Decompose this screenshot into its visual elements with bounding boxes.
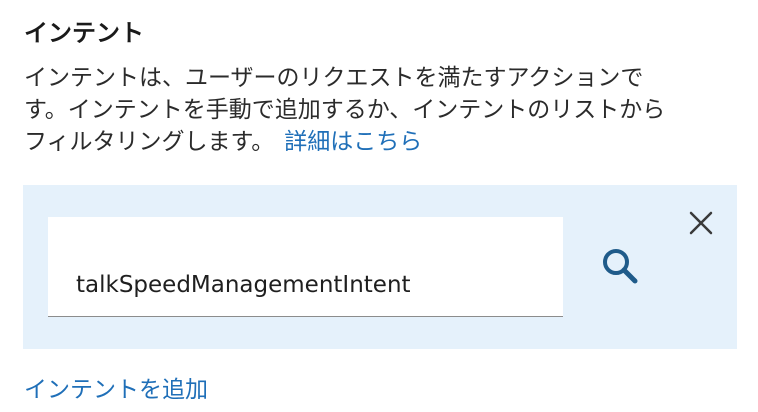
intent-search-input[interactable] <box>48 217 563 316</box>
description-line-3: フィルタリングします。 <box>24 129 275 155</box>
section-description: インテントは、ユーザーのリクエストを満たすアクションで す。インテントを手動で追加… <box>24 62 736 158</box>
intent-search-field <box>48 217 563 317</box>
search-icon <box>603 249 638 284</box>
add-intent-link[interactable]: インテントを追加 <box>24 373 208 407</box>
search-button[interactable] <box>599 245 643 289</box>
intent-search-panel <box>23 185 737 349</box>
description-line-1: インテントは、ユーザーのリクエストを満たすアクションで <box>24 65 644 91</box>
learn-more-link[interactable]: 詳細はこちら <box>284 129 422 155</box>
section-title: インテント <box>24 19 144 47</box>
close-icon <box>689 211 713 235</box>
close-search-button[interactable] <box>687 209 715 237</box>
description-line-2: す。インテントを手動で追加するか、インテントのリストから <box>24 97 666 123</box>
